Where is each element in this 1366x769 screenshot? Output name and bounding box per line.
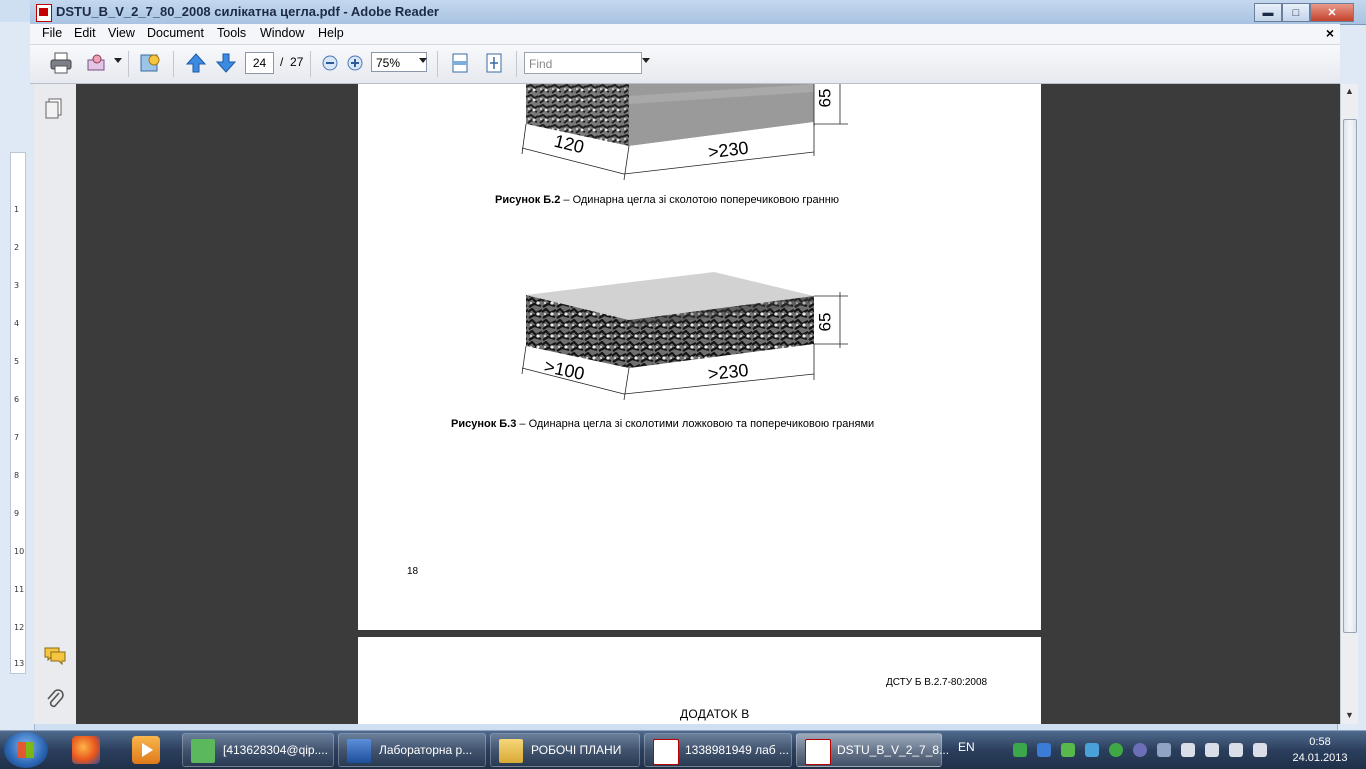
word-icon — [347, 739, 371, 763]
background-left-panel: 1 2 3 4 5 6 7 8 9 10 11 12 13 — [0, 22, 35, 730]
taskbar: [413628304@qip.... Лабораторна р... РОБО… — [0, 730, 1366, 769]
menu-file[interactable]: File — [42, 26, 62, 40]
pdf-file-icon — [36, 4, 52, 22]
taskbar-item-adobe-reader[interactable]: DSTU_B_V_2_7_8... — [796, 733, 949, 767]
taskbar-item-pdf-lab[interactable]: 1338981949 лаб ... — [644, 733, 792, 767]
ruler-number: 10 — [14, 547, 25, 556]
scroll-up-arrow-icon[interactable]: ▲ — [1345, 86, 1354, 96]
scroll-down-arrow-icon[interactable]: ▼ — [1345, 710, 1354, 720]
ruler-number: 3 — [14, 281, 20, 290]
find-input[interactable]: Find — [524, 52, 642, 74]
document-close-button[interactable]: × — [1326, 25, 1334, 41]
ruler-number: 13 — [14, 659, 25, 668]
tray-monitor-icon[interactable] — [1157, 743, 1171, 757]
tray-action-center-icon[interactable] — [1181, 743, 1195, 757]
pdf-icon — [653, 739, 679, 765]
taskbar-item-word[interactable]: Лабораторна р... — [338, 733, 486, 767]
ruler-number: 9 — [14, 509, 20, 518]
dimension-length-label: >230 — [707, 359, 750, 385]
firefox-icon[interactable] — [72, 736, 100, 764]
pages-thumbnail-icon[interactable] — [45, 98, 63, 123]
taskbar-item-qip[interactable]: [413628304@qip.... — [182, 733, 334, 767]
tray-network-bars-icon[interactable] — [1253, 743, 1267, 757]
close-button[interactable]: ✕ — [1310, 3, 1354, 22]
menu-view[interactable]: View — [108, 26, 135, 40]
previous-page-arrow-icon[interactable] — [184, 52, 208, 74]
pdf-icon — [805, 739, 831, 765]
page-number-input[interactable]: 24 — [245, 52, 274, 74]
tray-network-icon[interactable] — [1013, 743, 1027, 757]
appendix-heading: ДОДАТОК В — [680, 707, 750, 721]
secure-document-icon[interactable] — [136, 52, 164, 74]
scrollbar-thumb[interactable] — [1343, 119, 1357, 633]
ruler-number: 7 — [14, 433, 20, 442]
ruler-number: 1 — [14, 205, 20, 214]
zoom-out-icon[interactable] — [320, 52, 340, 74]
title-bar: DSTU_B_V_2_7_80_2008 силікатна цегла.pdf… — [30, 0, 1366, 25]
collaborate-icon[interactable] — [84, 52, 110, 74]
zoom-in-icon[interactable] — [345, 52, 365, 74]
taskbar-item-folder[interactable]: РОБОЧІ ПЛАНИ — [490, 733, 640, 767]
fit-page-icon[interactable] — [483, 52, 505, 74]
next-page-arrow-icon[interactable] — [214, 52, 238, 74]
brick-figure-b3 — [521, 272, 848, 401]
ruler-number: 6 — [14, 395, 20, 404]
attachments-paperclip-icon[interactable] — [45, 688, 65, 713]
vertical-ruler: 1 2 3 4 5 6 7 8 9 10 11 12 13 — [10, 152, 26, 674]
tray-power-icon[interactable] — [1205, 743, 1219, 757]
ruler-number: 8 — [14, 471, 20, 480]
fit-width-icon[interactable] — [449, 52, 471, 74]
language-indicator[interactable]: EN — [958, 740, 975, 754]
menu-document[interactable]: Document — [147, 26, 204, 40]
ruler-number: 2 — [14, 243, 20, 252]
page-number-footer: 18 — [407, 566, 419, 577]
maximize-button[interactable]: □ — [1282, 3, 1310, 22]
figure-b2-caption: Рисунок Б.2 – Одинарна цегла зі сколотою… — [495, 194, 840, 206]
folder-icon — [499, 739, 523, 763]
find-dropdown[interactable] — [642, 58, 650, 63]
vertical-scrollbar[interactable]: ▲ ▼ — [1340, 84, 1358, 724]
tray-media-icon[interactable] — [1133, 743, 1147, 757]
tray-check-icon[interactable] — [1061, 743, 1075, 757]
tray-sync-icon[interactable] — [1085, 743, 1099, 757]
window-title: DSTU_B_V_2_7_80_2008 силікатна цегла.pdf… — [56, 4, 439, 19]
media-player-icon[interactable] — [132, 736, 160, 764]
clock-date: 24.01.2013 — [1292, 752, 1348, 764]
collaborate-dropdown[interactable] — [114, 58, 122, 63]
taskbar-clock[interactable]: 0:58 24.01.2013 — [1280, 734, 1360, 766]
menu-edit[interactable]: Edit — [74, 26, 96, 40]
document-viewport[interactable]: 120 >230 65 Рисунок Б.2 – Одинарна цегла… — [76, 84, 1340, 724]
figure-b3-caption: Рисунок Б.3 – Одинарна цегла зі сколотим… — [451, 418, 875, 430]
tray-volume-icon[interactable] — [1229, 743, 1243, 757]
standard-code-header: ДСТУ Б В.2.7-80:2008 — [886, 677, 988, 688]
comments-icon[interactable] — [43, 646, 67, 669]
zoom-dropdown[interactable] — [419, 58, 427, 63]
total-pages-label: / 27 — [280, 55, 304, 69]
tray-app-icon[interactable] — [1037, 743, 1051, 757]
menu-help[interactable]: Help — [318, 26, 344, 40]
minimize-button[interactable]: ▬ — [1254, 3, 1282, 22]
ruler-number: 4 — [14, 319, 20, 328]
tray-messenger-icon[interactable] — [1109, 743, 1123, 757]
ruler-number: 12 — [14, 623, 25, 632]
start-button[interactable] — [4, 732, 48, 768]
print-icon[interactable] — [48, 52, 74, 74]
ruler-number: 11 — [14, 585, 25, 594]
dimension-height-label: 65 — [815, 88, 835, 108]
menu-tools[interactable]: Tools — [217, 26, 246, 40]
clock-time: 0:58 — [1309, 736, 1331, 748]
navigation-panel — [34, 84, 77, 724]
menu-window[interactable]: Window — [260, 26, 304, 40]
ruler-number: 5 — [14, 357, 20, 366]
menu-bar: File Edit View Document Tools Window Hel… — [30, 24, 1340, 45]
pdf-page: 120 >230 65 Рисунок Б.2 – Одинарна цегла… — [358, 84, 1041, 630]
dimension-height-label: 65 — [815, 312, 835, 332]
qip-icon — [191, 739, 215, 763]
pdf-page-next: ДСТУ Б В.2.7-80:2008 ДОДАТОК В — [358, 637, 1041, 724]
toolbar: 24 / 27 75% Find — [30, 45, 1340, 84]
